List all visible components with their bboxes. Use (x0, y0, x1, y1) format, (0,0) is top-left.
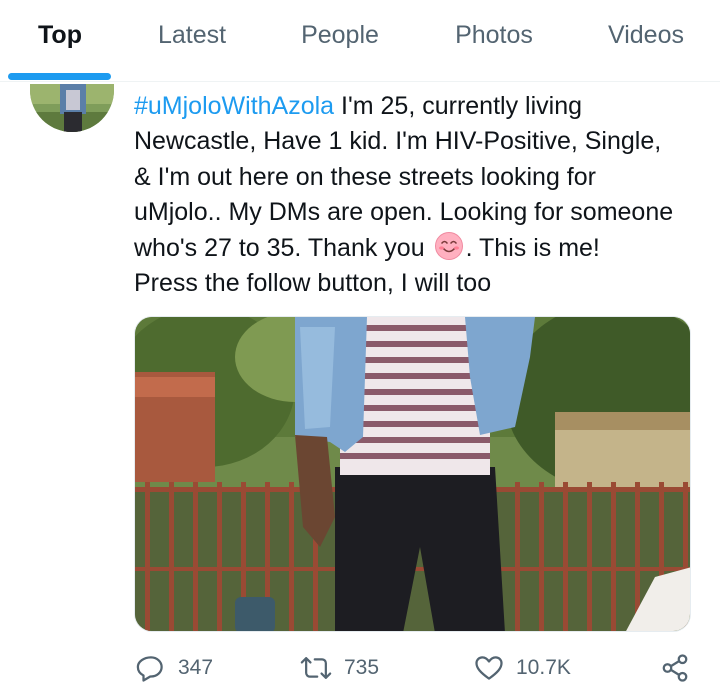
tweet-line-6: Press the follow button, I will too (134, 269, 492, 298)
retweet-count: 735 (344, 656, 380, 679)
retweet-icon (300, 653, 332, 683)
reply-count: 347 (178, 656, 214, 679)
tab-top-label: Top (38, 21, 82, 49)
tweet-line-2: Newcastle, Have 1 kid. I'm HIV-Positive,… (134, 127, 662, 156)
tweet-line-1: #uMjoloWithAzola I'm 25, currently livin… (134, 89, 704, 124)
tab-people[interactable]: People (264, 0, 416, 82)
tweet-line-5: who's 27 to 35. Thank you . This is me! (134, 231, 704, 266)
tab-photos-label: Photos (455, 21, 533, 49)
share-button[interactable] (660, 645, 690, 691)
tweet-text: #uMjoloWithAzola I'm 25, currently livin… (134, 89, 704, 301)
reply-icon (136, 653, 166, 683)
tab-videos-label: Videos (608, 21, 684, 49)
tweet-line-5-before: who's 27 to 35. Thank you (134, 233, 425, 262)
tweet-line-4: uMjolo.. My DMs are open. Looking for so… (134, 198, 674, 227)
heart-icon (474, 653, 504, 683)
retweet-button[interactable]: 735 (300, 645, 379, 691)
tab-videos[interactable]: Videos (572, 0, 720, 82)
active-tab-indicator (8, 73, 111, 80)
tab-photos[interactable]: Photos (416, 0, 572, 82)
tab-latest[interactable]: Latest (120, 0, 264, 82)
tab-top[interactable]: Top (0, 0, 120, 82)
avatar[interactable] (30, 84, 114, 132)
tweet-actions: 347 735 10.7K (0, 645, 720, 691)
tweet-photo[interactable] (134, 316, 691, 632)
reply-button[interactable]: 347 (136, 645, 213, 691)
smiling-face-emoji-icon (434, 231, 464, 261)
share-icon (660, 653, 690, 683)
like-button[interactable]: 10.7K (474, 645, 571, 691)
tweet-line-1-rest: I'm 25, currently living (334, 92, 583, 120)
hashtag-link[interactable]: #uMjoloWithAzola (134, 92, 334, 120)
tweet-line-3: & I'm out here on these streets looking … (134, 162, 596, 191)
like-count: 10.7K (516, 656, 571, 679)
search-tabs: Top Latest People Photos Videos (0, 0, 720, 82)
tab-people-label: People (301, 21, 379, 49)
tab-latest-label: Latest (157, 21, 227, 49)
tweet-line-5-after: . This is me! (465, 233, 600, 262)
